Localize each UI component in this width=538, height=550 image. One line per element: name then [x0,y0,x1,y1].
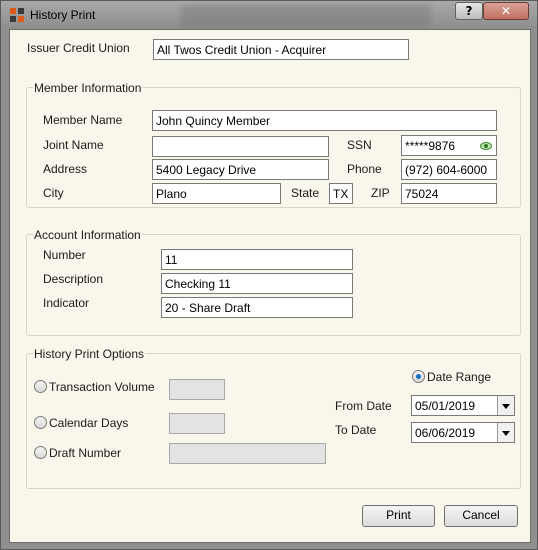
member-name-label: Member Name [43,113,123,127]
city-field[interactable]: Plano [152,183,281,204]
from-date-label: From Date [335,399,392,413]
phone-label: Phone [347,162,382,176]
address-field[interactable]: 5400 Legacy Drive [152,159,329,180]
close-icon: ✕ [500,4,512,18]
history-options-title: History Print Options [33,347,146,361]
title-bar[interactable]: History Print ? ✕ [1,1,537,29]
city-label: City [43,186,64,200]
indicator-label: Indicator [43,296,90,310]
state-label: State [291,186,320,200]
member-name-field[interactable]: John Quincy Member [152,110,497,131]
account-number-label: Number [43,248,86,262]
issuer-field[interactable]: All Twos Credit Union - Acquirer [153,39,409,60]
zip-label: ZIP [371,186,390,200]
state-field[interactable]: TX [329,183,353,204]
transaction-volume-field[interactable] [169,379,225,400]
zip-field[interactable]: 75024 [401,183,497,204]
account-number-field[interactable]: 11 [161,249,353,270]
dialog-window: History Print ? ✕ Issuer Credit Union Al… [0,0,538,550]
calendar-days-field[interactable] [169,413,225,434]
close-button[interactable]: ✕ [483,2,529,20]
eye-icon[interactable] [480,140,492,152]
app-icon [10,8,24,22]
description-label: Description [43,272,104,286]
ssn-value: *****9876 [405,139,456,153]
joint-name-label: Joint Name [43,138,104,152]
help-icon: ? [465,4,473,18]
draft-number-field[interactable] [169,443,326,464]
print-button[interactable]: Print [362,505,435,527]
description-field[interactable]: Checking 11 [161,273,353,294]
dialog-body: Issuer Credit Union All Twos Credit Unio… [9,29,531,543]
date-range-label[interactable]: Date Range [427,370,491,384]
from-date-combo[interactable]: 05/01/2019 [411,395,515,416]
draft-number-radio[interactable] [34,446,47,459]
transaction-volume-label[interactable]: Transaction Volume [49,380,155,394]
joint-name-field[interactable] [152,136,329,157]
to-date-value: 06/06/2019 [415,426,476,440]
date-range-radio[interactable] [412,370,425,383]
calendar-days-label[interactable]: Calendar Days [49,416,128,430]
from-date-value: 05/01/2019 [415,399,476,413]
address-label: Address [43,162,88,176]
ssn-label: SSN [347,138,372,152]
chevron-down-icon[interactable] [497,396,514,415]
draft-number-label[interactable]: Draft Number [49,446,121,460]
to-date-combo[interactable]: 06/06/2019 [411,422,515,443]
window-title: History Print [30,8,96,22]
transaction-volume-radio[interactable] [34,380,47,393]
ssn-field[interactable]: *****9876 [401,135,497,156]
help-button[interactable]: ? [455,2,483,20]
member-info-title: Member Information [33,81,143,95]
phone-field[interactable]: (972) 604-6000 [401,159,497,180]
calendar-days-radio[interactable] [34,416,47,429]
indicator-field[interactable]: 20 - Share Draft [161,297,353,318]
cancel-button[interactable]: Cancel [444,505,518,527]
to-date-label: To Date [335,423,377,437]
account-info-title: Account Information [33,228,142,242]
issuer-label: Issuer Credit Union [27,41,130,55]
chevron-down-icon[interactable] [497,423,514,442]
